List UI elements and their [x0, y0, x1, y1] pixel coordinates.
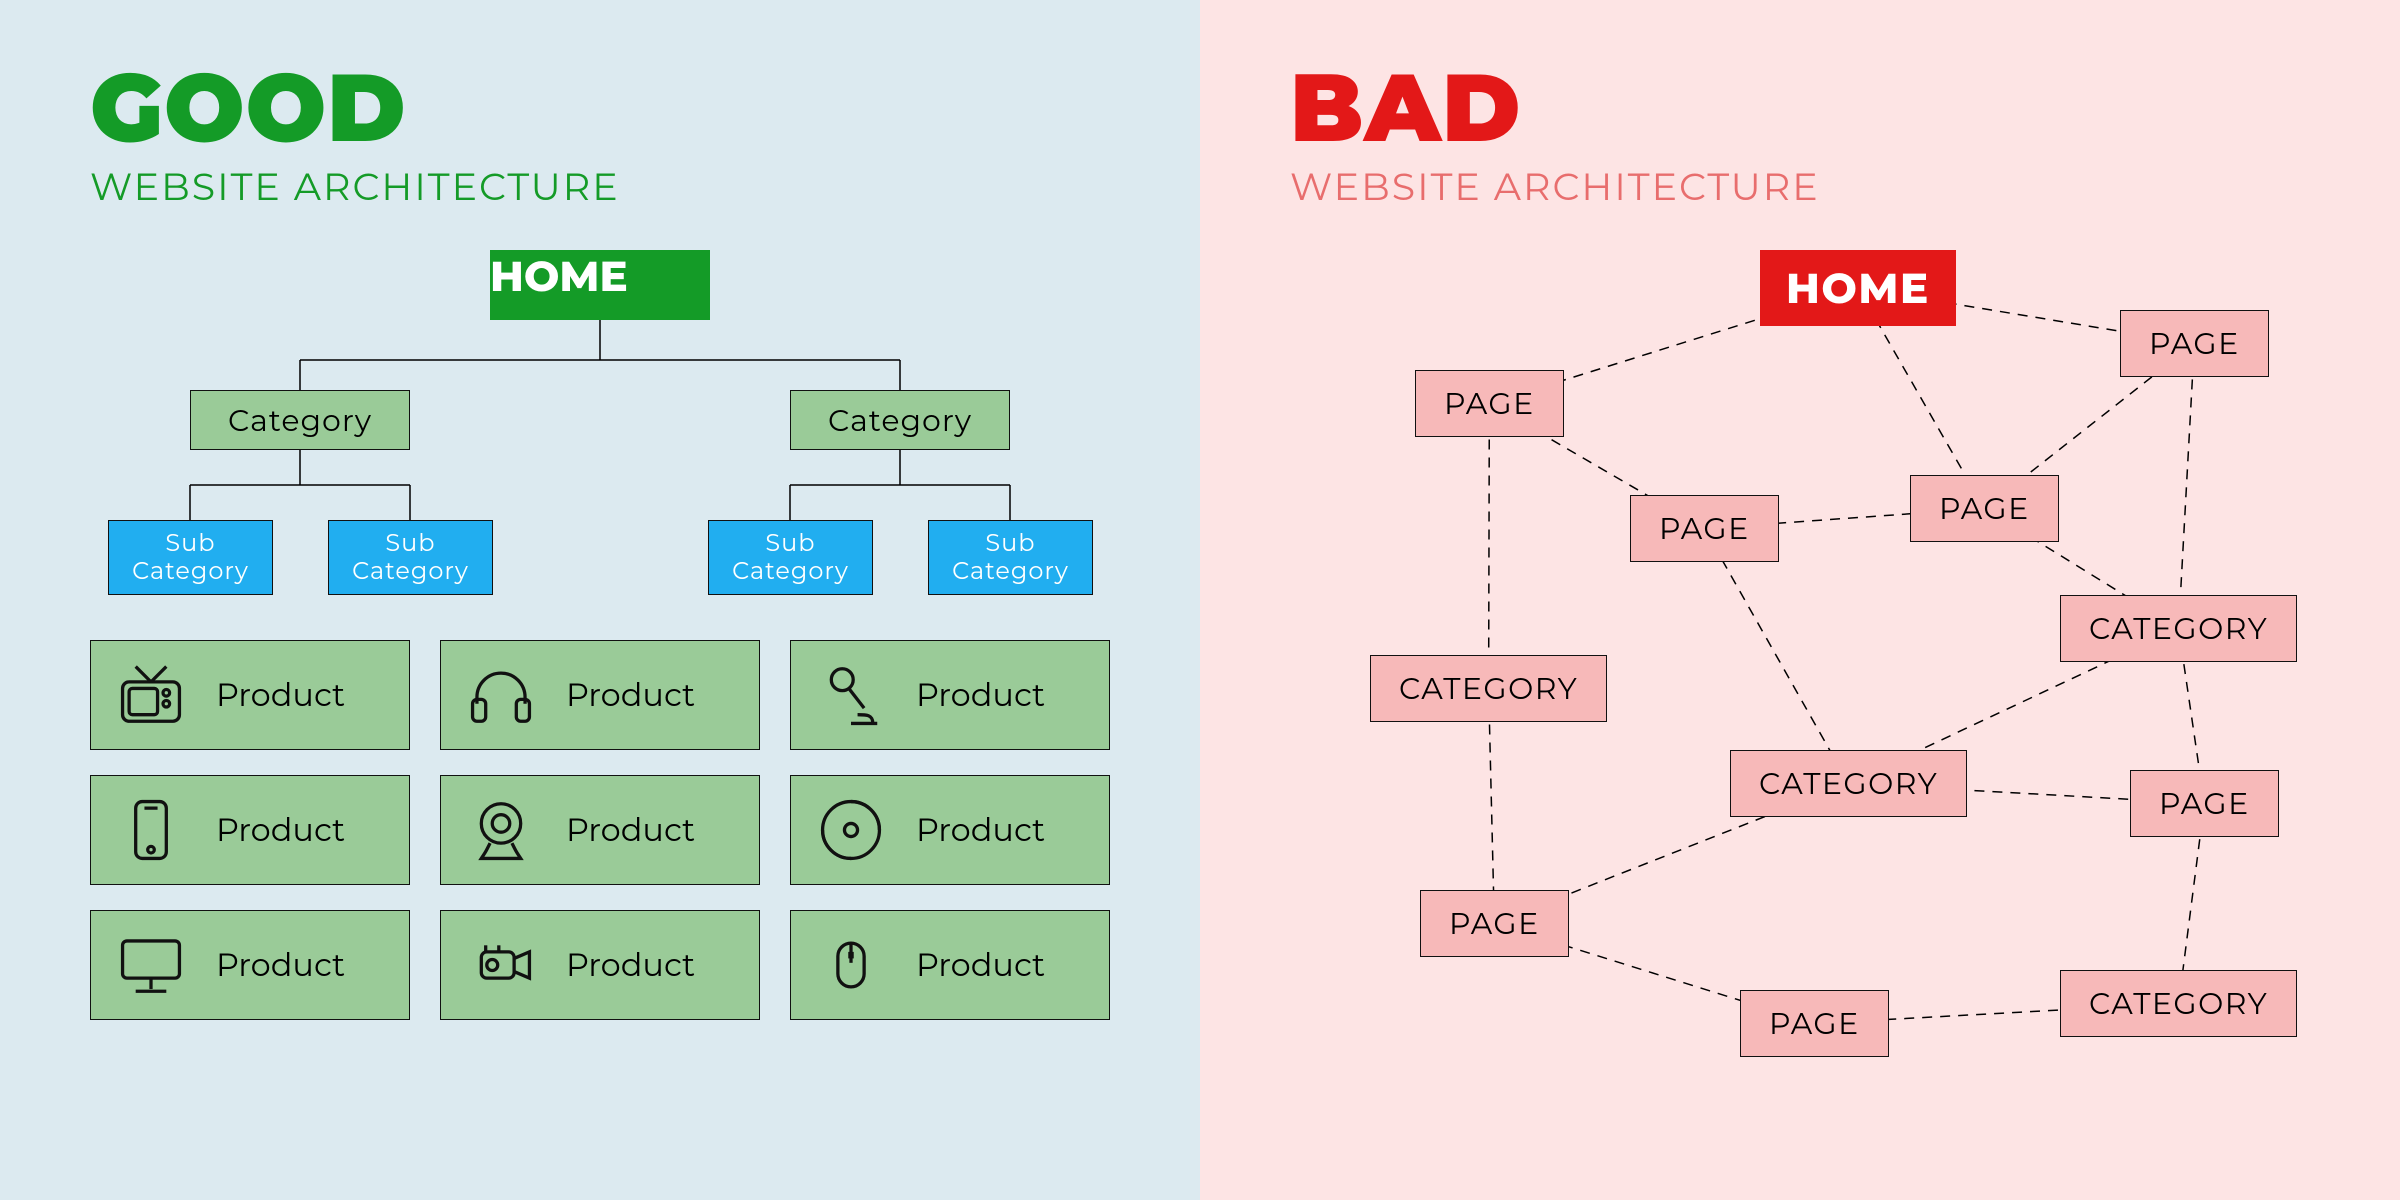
- good-title: GOOD: [90, 60, 1110, 155]
- phone-icon: [116, 795, 186, 865]
- good-subcategory-node: SubCategory: [708, 520, 873, 595]
- product-label: Product: [216, 811, 345, 850]
- bad-subtitle: WEBSITE ARCHITECTURE: [1290, 163, 2310, 210]
- product-tile: Product: [440, 775, 760, 885]
- product-label: Product: [916, 676, 1045, 715]
- product-tile: Product: [790, 910, 1110, 1020]
- webcam-icon: [466, 795, 536, 865]
- camcorder-icon: [466, 930, 536, 1000]
- bad-node: PAGE: [1630, 495, 1779, 562]
- bad-node: CATEGORY: [1730, 750, 1967, 817]
- product-tile: Product: [90, 910, 410, 1020]
- bad-diagram: HOMEPAGEPAGEPAGEPAGECATEGORYCATEGORYCATE…: [1300, 250, 2300, 1150]
- good-subtitle: WEBSITE ARCHITECTURE: [90, 163, 1110, 210]
- product-label: Product: [566, 676, 695, 715]
- microphone-icon: [816, 660, 886, 730]
- product-label: Product: [216, 946, 345, 985]
- headphones-icon: [466, 660, 536, 730]
- good-panel: GOOD WEBSITE ARCHITECTURE HOME Category …: [0, 0, 1200, 1200]
- good-category-node: Category: [190, 390, 410, 450]
- tv-icon: [116, 660, 186, 730]
- product-tile: Product: [790, 775, 1110, 885]
- product-label: Product: [566, 811, 695, 850]
- product-tile: Product: [440, 910, 760, 1020]
- bad-panel: BAD WEBSITE ARCHITECTURE HOME PAGE PAGE PAG…: [1200, 0, 2400, 1200]
- bad-title: BAD: [1290, 60, 2310, 155]
- bad-node: PAGE: [2130, 770, 2279, 837]
- good-subcategory-node: SubCategory: [108, 520, 273, 595]
- good-home-node: HOME: [490, 250, 710, 320]
- bad-home-node: HOME: [1760, 250, 1956, 326]
- product-tile: Product: [440, 640, 760, 750]
- bad-node: PAGE: [1420, 890, 1569, 957]
- product-label: Product: [916, 811, 1045, 850]
- product-label: Product: [566, 946, 695, 985]
- bad-node: CATEGORY: [2060, 595, 2297, 662]
- bad-node: PAGE: [1415, 370, 1564, 437]
- product-tile: Product: [90, 775, 410, 885]
- mouse-icon: [816, 930, 886, 1000]
- monitor-icon: [116, 930, 186, 1000]
- good-subcategory-node: SubCategory: [928, 520, 1093, 595]
- good-subcategory-node: SubCategory: [328, 520, 493, 595]
- bad-node: CATEGORY: [1370, 655, 1607, 722]
- product-tile: Product: [790, 640, 1110, 750]
- disc-icon: [816, 795, 886, 865]
- good-products-grid: Product Product Product Product: [90, 640, 1110, 1020]
- bad-node: PAGE: [1740, 990, 1889, 1057]
- product-label: Product: [216, 676, 345, 715]
- bad-node: PAGE: [1910, 475, 2059, 542]
- product-label: Product: [916, 946, 1045, 985]
- good-category-node: Category: [790, 390, 1010, 450]
- bad-node: CATEGORY: [2060, 970, 2297, 1037]
- bad-node: PAGE: [2120, 310, 2269, 377]
- product-tile: Product: [90, 640, 410, 750]
